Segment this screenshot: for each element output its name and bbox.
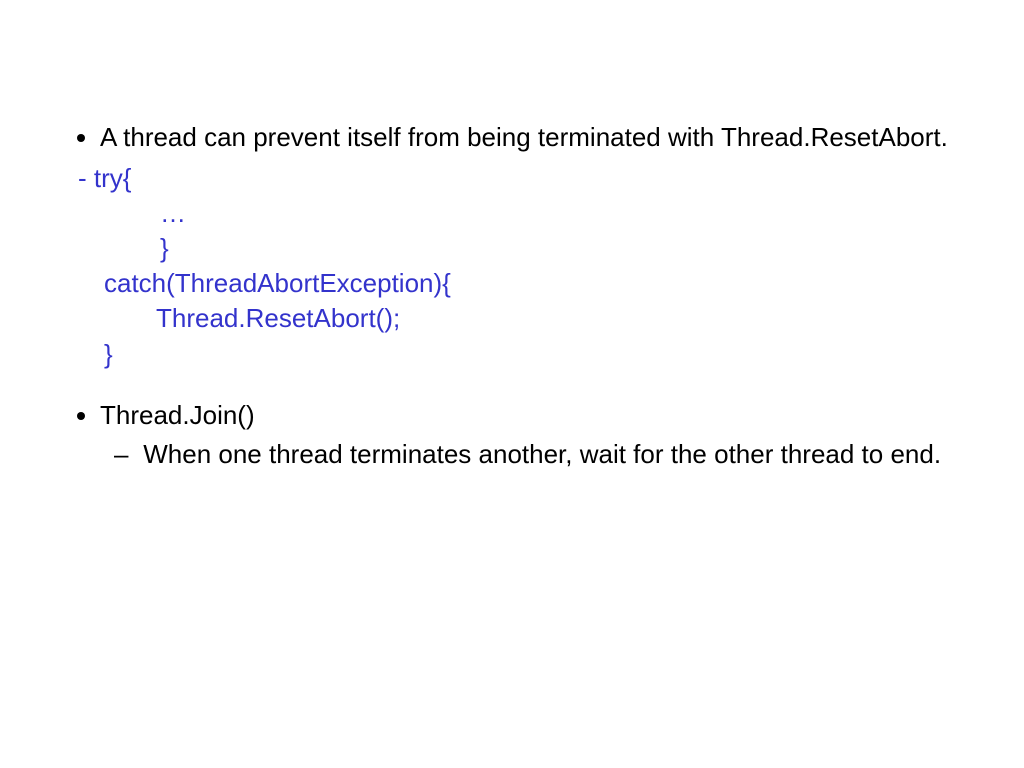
code-line-resetabort: Thread.ResetAbort(); xyxy=(156,301,964,336)
code-line-ellipsis: … xyxy=(160,196,964,231)
bullet-text-2: Thread.Join() xyxy=(100,400,255,430)
sub-bullet-list: When one thread terminates another, wait… xyxy=(100,437,964,472)
bullet-item-1: A thread can prevent itself from being t… xyxy=(100,120,964,155)
sub-bullet-item: When one thread terminates another, wait… xyxy=(136,437,964,472)
code-block: - try{ … } catch(ThreadAbortException){ … xyxy=(60,161,964,372)
bullet-text-1: A thread can prevent itself from being t… xyxy=(100,122,948,152)
slide: A thread can prevent itself from being t… xyxy=(0,0,1024,768)
bullet-list: A thread can prevent itself from being t… xyxy=(60,120,964,155)
code-line-catch: catch(ThreadAbortException){ xyxy=(104,266,964,301)
code-line-try: - try{ xyxy=(78,161,964,196)
code-line-closebrace1: } xyxy=(160,231,964,266)
code-line-closebrace2: } xyxy=(104,337,964,372)
sub-bullet-text: When one thread terminates another, wait… xyxy=(143,439,941,469)
bullet-item-2: Thread.Join() When one thread terminates… xyxy=(100,398,964,472)
bullet-list-2: Thread.Join() When one thread terminates… xyxy=(60,398,964,472)
